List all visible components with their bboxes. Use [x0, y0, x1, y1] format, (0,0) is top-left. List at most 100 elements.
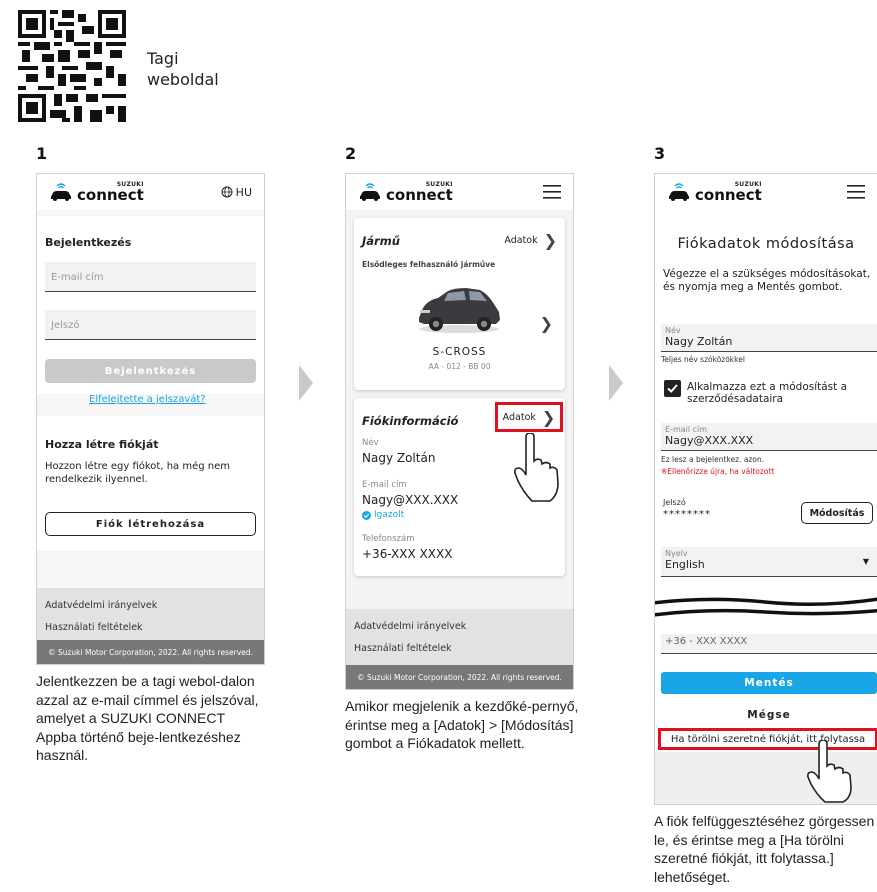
- verified-label: Igazolt: [374, 510, 405, 520]
- create-account-text: Hozzon létre egy fiókot, ha még nem rend…: [45, 461, 230, 485]
- next-step-arrow: [299, 365, 313, 401]
- tap-hand-icon: [807, 740, 852, 803]
- car-model: S-CROSS: [432, 346, 487, 358]
- next-step-arrow: [609, 365, 623, 401]
- brand-large: connect: [386, 186, 453, 204]
- car-icon: [360, 183, 380, 201]
- save-button[interactable]: Mentés: [661, 672, 877, 694]
- language-selector[interactable]: HU: [221, 186, 252, 199]
- step-number-2: 2: [345, 144, 357, 163]
- app-header: SUZUKI connect: [655, 174, 877, 210]
- vehicle-details-link[interactable]: Adatok ❯: [504, 231, 557, 250]
- email-hint: Ez lesz a bejelentkez. azon.: [661, 455, 765, 464]
- globe-icon: [221, 186, 233, 198]
- email-warning: ※Ellenőrizze újra, ha változott: [661, 467, 775, 476]
- step-1-caption: Jelentkezzen be a tagi webol-dalon azzal…: [36, 673, 259, 763]
- privacy-link[interactable]: Adatvédelmi irányelvek: [346, 621, 466, 632]
- hamburger-menu-icon[interactable]: [543, 185, 561, 199]
- phone-screen-edit-account: SUZUKI connect Fiókadatok módosítása Vég…: [654, 173, 877, 805]
- email-field-label: E-mail cím: [665, 425, 708, 434]
- suzuki-connect-logo: SUZUKI connect: [358, 182, 453, 204]
- phone-field-value: +36 - XXX XXXX: [665, 636, 748, 647]
- phone-field[interactable]: +36 - XXX XXXX: [661, 634, 877, 654]
- qr-code: [18, 10, 126, 122]
- car-image: [419, 288, 500, 333]
- name-field-value: Nagy Zoltán: [665, 335, 733, 348]
- verified-check-icon: [362, 510, 371, 520]
- phone-screen-home: SUZUKI connect Jármű Adatok ❯ Elsődleges…: [345, 173, 574, 690]
- chevron-right-icon: ❯: [543, 231, 557, 250]
- license-plate: AA - 012 - BB 00: [428, 362, 491, 371]
- apply-checkbox[interactable]: [664, 380, 681, 397]
- footer: Adatvédelmi irányelvek Használati feltét…: [346, 609, 573, 689]
- page-title: Fiókadatok módosítása: [677, 236, 855, 252]
- name-hint: Teljes név szóközökkel: [661, 355, 745, 364]
- instruction-text: Végezze el a szükséges módosításokat, és…: [663, 268, 871, 293]
- qr-label: Tagi weboldal: [147, 49, 219, 89]
- vehicle-details-label: Adatok: [504, 235, 538, 246]
- phone-value: +36-XXX XXXX: [362, 547, 453, 561]
- create-account-title: Hozza létre fiókját: [45, 438, 159, 451]
- car-icon: [669, 183, 689, 201]
- privacy-link[interactable]: Adatvédelmi irányelvek: [37, 600, 157, 611]
- chevron-right-icon: ❯: [541, 407, 556, 427]
- home-body: Jármű Adatok ❯ Elsődleges felhasználó já…: [346, 210, 573, 609]
- name-field-label: Név: [665, 326, 681, 335]
- suzuki-connect-logo: SUZUKI connect: [667, 182, 762, 204]
- step-number-3: 3: [654, 144, 666, 163]
- name-label: Név: [362, 438, 379, 448]
- app-header: SUZUKI connect HU: [37, 174, 264, 210]
- footer: Adatvédelmi irányelvek Használati feltét…: [37, 588, 264, 664]
- login-title: Bejelentkezés: [45, 236, 132, 249]
- password-value: ********: [663, 509, 711, 520]
- language-label: Nyelv: [665, 549, 688, 558]
- language-code: HU: [235, 185, 252, 199]
- create-account-card: Hozza létre fiókját Hozzon létre egy fió…: [37, 416, 264, 550]
- copyright: © Suzuki Motor Corporation, 2022. All ri…: [346, 665, 573, 689]
- account-details-button[interactable]: Adatok ❯: [495, 402, 563, 432]
- vehicle-title: Jármű: [362, 234, 400, 248]
- forgot-password-link[interactable]: Elfelejtette a jelszavát?: [89, 394, 206, 405]
- cancel-button[interactable]: Mégse: [661, 704, 877, 726]
- suzuki-connect-logo: SUZUKI connect: [49, 182, 144, 203]
- email-value: Nagy@XXX.XXX: [362, 493, 459, 507]
- name-value: Nagy Zoltán: [362, 451, 436, 465]
- language-value: English: [665, 558, 705, 571]
- car-icon: [51, 183, 71, 201]
- apply-checkbox-label: Alkalmazza ezt a módosítást a szerződésa…: [687, 381, 848, 405]
- verified-badge: Igazolt: [362, 510, 404, 520]
- step-2-caption: Amikor megjelenik a kezdőké-pernyő, érin…: [345, 698, 579, 751]
- modify-password-button[interactable]: Módosítás: [801, 502, 873, 524]
- email-label: E-mail cím: [362, 480, 407, 490]
- password-label: Jelszó: [663, 498, 686, 507]
- name-field[interactable]: Név Nagy Zoltán: [661, 324, 877, 352]
- login-body: Bejelentkezés E-mail cím Jelszó Bejelent…: [37, 210, 264, 588]
- password-input[interactable]: Jelszó: [45, 310, 256, 340]
- chevron-right-icon[interactable]: ❯: [540, 314, 553, 333]
- brand-large: connect: [695, 186, 762, 204]
- create-account-button[interactable]: Fiók létrehozása: [45, 512, 256, 536]
- step-number-1: 1: [36, 144, 48, 163]
- tap-hand-icon: [514, 433, 559, 502]
- phone-screen-login: SUZUKI connect HU Bejelentkezés E-mail c…: [36, 173, 265, 665]
- account-details-label: Adatok: [502, 411, 536, 423]
- terms-link[interactable]: Használati feltételek: [346, 643, 452, 654]
- app-header: SUZUKI connect: [346, 174, 573, 210]
- vehicle-card: Jármű Adatok ❯ Elsődleges felhasználó já…: [354, 218, 565, 390]
- dropdown-arrow-icon: ▼: [862, 557, 869, 566]
- email-field[interactable]: E-mail cím Nagy@XXX.XXX: [661, 423, 877, 451]
- account-info-title: Fiókinformáció: [362, 414, 459, 428]
- terms-link[interactable]: Használati feltételek: [37, 622, 143, 633]
- hamburger-menu-icon[interactable]: [847, 185, 865, 199]
- phone-label: Telefonszám: [362, 534, 415, 544]
- primary-vehicle-label: Elsődleges felhasználó járműve: [362, 260, 496, 269]
- step-3-caption: A fiók felfüggesztéséhez görgessen le, é…: [654, 813, 875, 885]
- edit-account-body: Fiókadatok módosítása Végezze el a szüks…: [655, 210, 877, 804]
- email-input[interactable]: E-mail cím: [45, 262, 256, 292]
- email-field-value: Nagy@XXX.XXX: [665, 434, 754, 447]
- language-select[interactable]: Nyelv English ▼: [661, 547, 877, 577]
- scroll-cut-mark: [655, 597, 877, 617]
- login-button[interactable]: Bejelentkezés: [45, 359, 256, 383]
- check-icon: [667, 384, 678, 393]
- copyright: © Suzuki Motor Corporation, 2022. All ri…: [37, 640, 264, 664]
